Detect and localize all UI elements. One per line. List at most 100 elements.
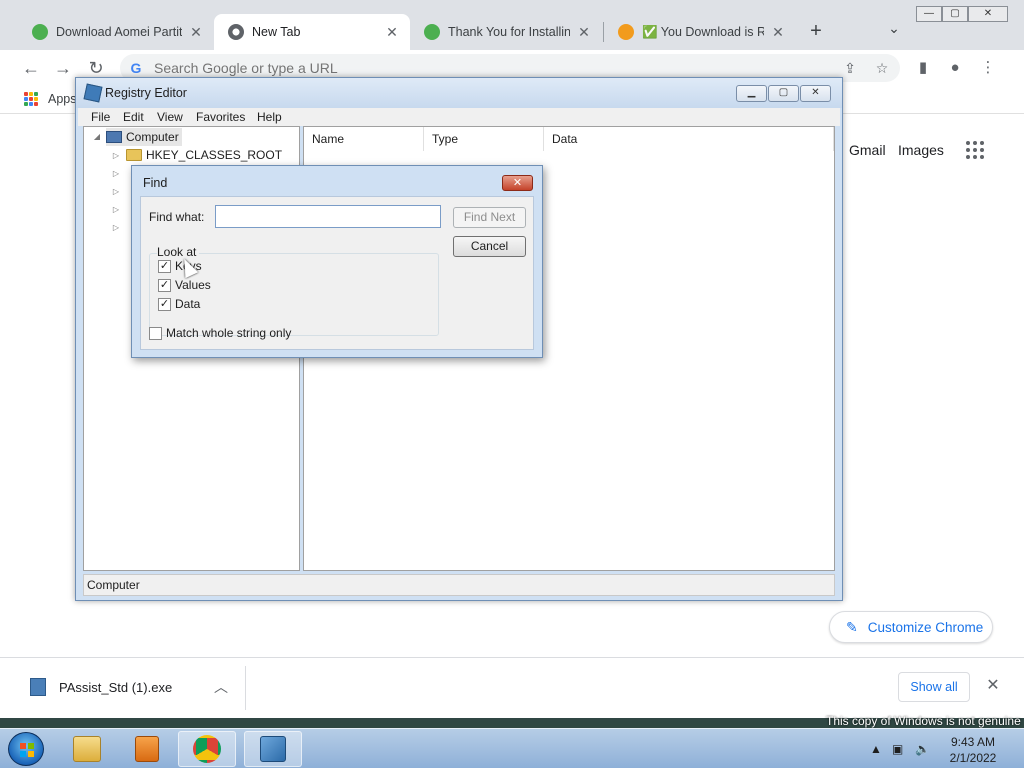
tab-aomei[interactable]: Download Aomei Partiti ✕ bbox=[18, 14, 214, 50]
close-shelf-icon[interactable]: ✕ bbox=[984, 675, 1002, 695]
checkbox-checked-icon: ✓ bbox=[158, 278, 171, 292]
tab-download-ready[interactable]: ✅ You Download is Rea ✕ bbox=[604, 14, 796, 50]
menu-edit[interactable]: Edit bbox=[123, 110, 144, 124]
tab-close-icon[interactable]: ✕ bbox=[188, 24, 204, 41]
clock-date: 2/1/2022 bbox=[949, 751, 997, 765]
tree-node-label: Computer bbox=[126, 130, 179, 144]
expand-arrow-icon[interactable]: ▷ bbox=[111, 205, 121, 214]
google-icon: G bbox=[130, 60, 142, 76]
aomei-favicon-icon bbox=[424, 24, 440, 40]
windows-watermark: This copy of Windows is not genuine bbox=[826, 714, 1021, 728]
share-icon[interactable]: ⇪ bbox=[840, 54, 860, 82]
more-menu-icon[interactable]: ⋮ bbox=[977, 57, 999, 79]
collapse-arrow-icon[interactable]: ◢ bbox=[92, 132, 102, 141]
status-bar: Computer bbox=[83, 574, 835, 596]
taskbar-clock[interactable]: 9:43 AM 2/1/2022 bbox=[948, 734, 998, 766]
data-checkbox[interactable]: ✓ Data bbox=[158, 297, 200, 311]
chrome-taskbar-button[interactable] bbox=[178, 731, 236, 767]
checkbox-label: Data bbox=[175, 297, 201, 311]
explorer-taskbar-button[interactable] bbox=[58, 731, 116, 767]
regedit-icon bbox=[83, 83, 103, 103]
network-icon[interactable]: ▣ bbox=[892, 742, 903, 756]
computer-icon bbox=[106, 131, 122, 143]
customize-chrome-button[interactable]: ✎ Customize Chrome bbox=[829, 611, 993, 643]
column-header-name[interactable]: Name bbox=[304, 127, 424, 151]
divider bbox=[245, 666, 246, 710]
new-tab-button[interactable]: + bbox=[805, 20, 827, 42]
back-arrow-icon[interactable]: ← bbox=[20, 57, 42, 79]
checkbox-unchecked-icon bbox=[149, 326, 162, 340]
windows-logo-icon bbox=[20, 743, 34, 757]
menu-file[interactable]: File bbox=[91, 110, 110, 124]
taskbar: ▲ ▣ 🔈 9:43 AM 2/1/2022 bbox=[0, 728, 1024, 768]
tab-search-button[interactable]: ⌄ bbox=[884, 20, 904, 37]
menu-help[interactable]: Help bbox=[257, 110, 282, 124]
chrome-favicon-icon bbox=[228, 24, 244, 40]
close-button[interactable]: ✕ bbox=[968, 6, 1008, 22]
google-apps-icon[interactable] bbox=[966, 141, 984, 159]
aomei-favicon-icon bbox=[32, 24, 48, 40]
apps-bookmark-label[interactable]: Apps bbox=[48, 92, 77, 106]
values-checkbox[interactable]: ✓ Values bbox=[158, 278, 211, 292]
chevron-up-icon[interactable]: ︿ bbox=[214, 677, 228, 697]
window-title: Registry Editor bbox=[105, 86, 187, 100]
apps-grid-icon[interactable] bbox=[24, 92, 38, 106]
checkbox-label: Match whole string only bbox=[166, 326, 292, 340]
tab-title: Thank You for Installing bbox=[448, 25, 570, 39]
menu-view[interactable]: View bbox=[157, 110, 183, 124]
tab-thank-you[interactable]: Thank You for Installing ✕ bbox=[410, 14, 602, 50]
maximize-button[interactable]: ▢ bbox=[942, 6, 968, 22]
close-button[interactable]: ✕ bbox=[502, 175, 533, 191]
tree-node-computer[interactable]: Computer bbox=[106, 128, 182, 146]
images-link[interactable]: Images bbox=[898, 142, 944, 158]
show-all-button[interactable]: Show all bbox=[898, 672, 970, 702]
minimize-button[interactable]: — bbox=[916, 6, 942, 22]
tab-close-icon[interactable]: ✕ bbox=[576, 24, 592, 41]
expand-arrow-icon[interactable]: ▷ bbox=[111, 223, 121, 232]
installer-file-icon bbox=[30, 678, 46, 696]
show-hidden-icons-icon[interactable]: ▲ bbox=[870, 742, 882, 756]
forward-arrow-icon[interactable]: → bbox=[52, 57, 74, 79]
address-input[interactable] bbox=[154, 60, 834, 76]
side-panel-icon[interactable]: ▮ bbox=[912, 57, 934, 79]
media-player-taskbar-button[interactable] bbox=[118, 731, 176, 767]
tree-node-label: HKEY_CLASSES_ROOT bbox=[146, 148, 283, 162]
column-header-type[interactable]: Type bbox=[424, 127, 544, 151]
minimize-button[interactable]: ▁ bbox=[736, 85, 767, 102]
column-header-data[interactable]: Data bbox=[544, 127, 834, 151]
bookmark-star-icon[interactable]: ☆ bbox=[872, 54, 892, 82]
expand-arrow-icon[interactable]: ▷ bbox=[111, 187, 121, 196]
look-at-label: Look at bbox=[157, 245, 200, 259]
close-button[interactable]: ✕ bbox=[800, 85, 831, 102]
pencil-icon: ✎ bbox=[846, 618, 858, 635]
clock-time: 9:43 AM bbox=[950, 735, 996, 749]
find-next-button[interactable]: Find Next bbox=[453, 207, 526, 228]
cancel-button[interactable]: Cancel bbox=[453, 236, 526, 257]
tab-new-tab[interactable]: New Tab ✕ bbox=[214, 14, 410, 50]
title-bar[interactable]: Registry Editor ▁ ▢ ✕ bbox=[76, 78, 842, 108]
find-what-input[interactable] bbox=[215, 205, 441, 228]
media-player-icon bbox=[135, 736, 159, 762]
tab-title: New Tab bbox=[252, 25, 301, 39]
gmail-link[interactable]: Gmail bbox=[849, 142, 886, 158]
match-whole-string-checkbox[interactable]: Match whole string only bbox=[149, 326, 291, 340]
start-button[interactable] bbox=[8, 732, 44, 766]
find-what-label: Find what: bbox=[149, 210, 205, 224]
tab-close-icon[interactable]: ✕ bbox=[384, 24, 400, 41]
tab-close-icon[interactable]: ✕ bbox=[770, 24, 786, 41]
profile-avatar-icon[interactable]: ● bbox=[944, 57, 966, 79]
folder-icon bbox=[126, 149, 142, 161]
volume-icon[interactable]: 🔈 bbox=[915, 742, 930, 756]
reload-icon[interactable]: ↻ bbox=[85, 57, 107, 79]
checkbox-label: Values bbox=[175, 278, 211, 292]
tab-title: ✅ You Download is Rea bbox=[642, 24, 764, 39]
maximize-button[interactable]: ▢ bbox=[768, 85, 799, 102]
download-file-name[interactable]: PAssist_Std (1).exe bbox=[59, 680, 172, 695]
tab-strip: Download Aomei Partiti ✕ New Tab ✕ Thank… bbox=[0, 0, 1024, 50]
regedit-icon bbox=[260, 736, 286, 762]
expand-arrow-icon[interactable]: ▷ bbox=[111, 151, 121, 160]
expand-arrow-icon[interactable]: ▷ bbox=[111, 169, 121, 178]
tree-node-hkcr[interactable]: HKEY_CLASSES_ROOT bbox=[126, 146, 282, 164]
menu-favorites[interactable]: Favorites bbox=[196, 110, 245, 124]
regedit-taskbar-button[interactable] bbox=[244, 731, 302, 767]
